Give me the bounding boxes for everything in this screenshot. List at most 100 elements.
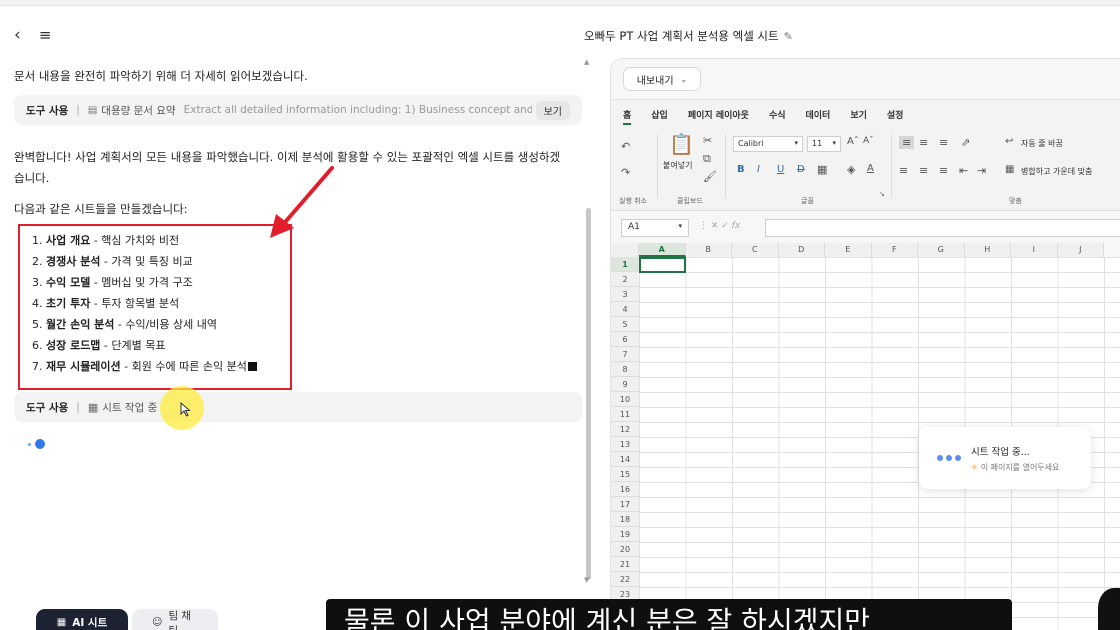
tab-ai-sheet[interactable]: ▦ AI 시트 [36, 609, 128, 630]
fill-color-icon[interactable]: ◈ [847, 163, 855, 176]
divider [891, 134, 892, 198]
row-header[interactable]: 16 [611, 482, 639, 497]
tool-description: Extract all detailed information includi… [183, 104, 532, 116]
format-painter-icon[interactable]: 🖌 [703, 170, 717, 183]
group-label-undo: 실행 취소 [619, 197, 647, 205]
increase-font-icon[interactable]: Aˆ [847, 136, 859, 147]
undo-icon[interactable]: ↶ [621, 140, 630, 153]
wrap-text-icon[interactable]: ↩ [1005, 136, 1013, 147]
row-header[interactable]: 13 [611, 437, 639, 452]
column-header[interactable]: F [871, 243, 918, 257]
merge-center-icon[interactable]: ▦ [1005, 164, 1014, 175]
wrap-text-label[interactable]: 자동 줄 바꿈 [1021, 138, 1063, 149]
font-color-icon[interactable]: A [867, 163, 874, 174]
menu-icon[interactable]: ≡ [39, 26, 52, 44]
row-header[interactable]: 22 [611, 572, 639, 587]
bold-icon[interactable]: B [737, 164, 745, 175]
font-size-value: 11 [812, 139, 823, 148]
see-button[interactable]: 보기 [535, 100, 570, 120]
orientation-icon[interactable]: ⇗ [961, 136, 970, 149]
ribbon-tab-page-layout[interactable]: 페이지 레이아웃 [688, 108, 749, 125]
strikethrough-icon[interactable]: D [797, 164, 805, 175]
cut-icon[interactable]: ✂ [703, 134, 712, 147]
column-header[interactable]: B [685, 243, 732, 257]
row-header[interactable]: 1 [611, 257, 639, 272]
align-middle-icon[interactable]: ≡ [919, 136, 928, 149]
scroll-down-icon[interactable]: ▼ [584, 576, 589, 584]
column-header[interactable]: I [1011, 243, 1058, 257]
row-header[interactable]: 15 [611, 467, 639, 482]
row-header[interactable]: 7 [611, 347, 639, 362]
edit-pencil-icon[interactable]: ✎ [784, 30, 793, 43]
align-center-icon[interactable]: ≡ [919, 164, 928, 177]
row-header[interactable]: 21 [611, 557, 639, 572]
row-header[interactable]: 9 [611, 377, 639, 392]
tool-use-status[interactable]: 도구 사용 | ▦ 시트 작업 중 [14, 392, 582, 422]
italic-icon[interactable]: I [757, 164, 760, 175]
name-box[interactable]: A1 ▾ [621, 219, 689, 237]
ribbon-tab-view[interactable]: 보기 [850, 108, 867, 125]
select-all-corner[interactable] [611, 243, 639, 257]
scroll-up-icon[interactable]: ▲ [584, 58, 589, 66]
row-header[interactable]: 10 [611, 392, 639, 407]
column-header[interactable]: E [825, 243, 872, 257]
name-box-value: A1 [628, 222, 640, 232]
redo-icon[interactable]: ↷ [621, 166, 630, 179]
mouse-pointer-icon [180, 402, 191, 417]
row-header[interactable]: 17 [611, 497, 639, 512]
tab-ai-sheet-label: AI 시트 [72, 617, 108, 629]
merge-center-label[interactable]: 병합하고 가운데 맞춤 [1021, 166, 1092, 177]
align-left-icon[interactable]: ≡ [899, 164, 908, 177]
row-header[interactable]: 14 [611, 452, 639, 467]
border-icon[interactable]: ▦ [817, 163, 827, 176]
scrollbar-thumb[interactable] [586, 208, 591, 580]
align-right-icon[interactable]: ≡ [939, 164, 948, 177]
formula-input[interactable] [765, 219, 1120, 237]
ribbon-tab-data[interactable]: 데이터 [806, 108, 831, 125]
increase-indent-icon[interactable]: ⇥ [977, 164, 986, 177]
row-header[interactable]: 5 [611, 317, 639, 332]
font-name-select[interactable]: Calibri ▾ [733, 136, 803, 152]
column-header[interactable]: G [918, 243, 965, 257]
copy-icon[interactable]: ⧉ [703, 152, 711, 166]
column-header[interactable]: A [639, 243, 686, 257]
chevron-down-icon: ▾ [794, 139, 798, 147]
row-header[interactable]: 4 [611, 302, 639, 317]
dialog-launcher-icon[interactable]: ↘ [879, 190, 885, 198]
sheet-title-text: 오빠두 PT 사업 계획서 분석용 엑셀 시트 [584, 29, 779, 43]
export-button[interactable]: 내보내기 ⌄ [623, 67, 701, 91]
tool-use-label: 도구 사용 [26, 104, 69, 117]
column-header[interactable]: J [1057, 243, 1104, 257]
row-header[interactable]: 3 [611, 287, 639, 302]
chat-message-3: 다음과 같은 시트들을 만들겠습니다: [14, 202, 188, 216]
row-header[interactable]: 18 [611, 512, 639, 527]
tool-use-summary[interactable]: 도구 사용 | ▤ 대용량 문서 요약 Extract all detailed… [14, 95, 582, 125]
align-top-icon[interactable]: ≡ [899, 136, 915, 149]
tab-team-chat[interactable]: ☺ 팀 채팅 [132, 609, 218, 630]
paste-icon[interactable]: 📋 [669, 132, 694, 156]
column-header[interactable]: C [732, 243, 779, 257]
column-header[interactable]: D [778, 243, 825, 257]
font-size-select[interactable]: 11 ▾ [807, 136, 841, 152]
chat-scrollbar[interactable]: ▲ ▼ [584, 58, 592, 584]
active-cell[interactable] [639, 257, 686, 273]
group-label-font: 글꼴 [801, 197, 814, 205]
back-icon[interactable]: ‹ [14, 26, 21, 44]
row-header[interactable]: 2 [611, 272, 639, 287]
column-header[interactable]: H [964, 243, 1011, 257]
align-bottom-icon[interactable]: ≡ [939, 136, 948, 149]
row-header[interactable]: 12 [611, 422, 639, 437]
row-header[interactable]: 8 [611, 362, 639, 377]
row-header[interactable]: 6 [611, 332, 639, 347]
underline-icon[interactable]: U [777, 164, 784, 175]
row-header[interactable]: 20 [611, 542, 639, 557]
ribbon-tab-settings[interactable]: 설정 [887, 108, 904, 125]
decrease-font-icon[interactable]: Aˇ [863, 136, 874, 146]
row-header[interactable]: 19 [611, 527, 639, 542]
ribbon-tab-formulas[interactable]: 수식 [769, 108, 786, 125]
row-header[interactable]: 11 [611, 407, 639, 422]
paste-label[interactable]: 붙여넣기 [663, 160, 692, 171]
ribbon-tab-insert[interactable]: 삽입 [651, 108, 668, 125]
ribbon-tab-home[interactable]: 홈 [623, 108, 632, 125]
decrease-indent-icon[interactable]: ⇤ [959, 164, 968, 177]
